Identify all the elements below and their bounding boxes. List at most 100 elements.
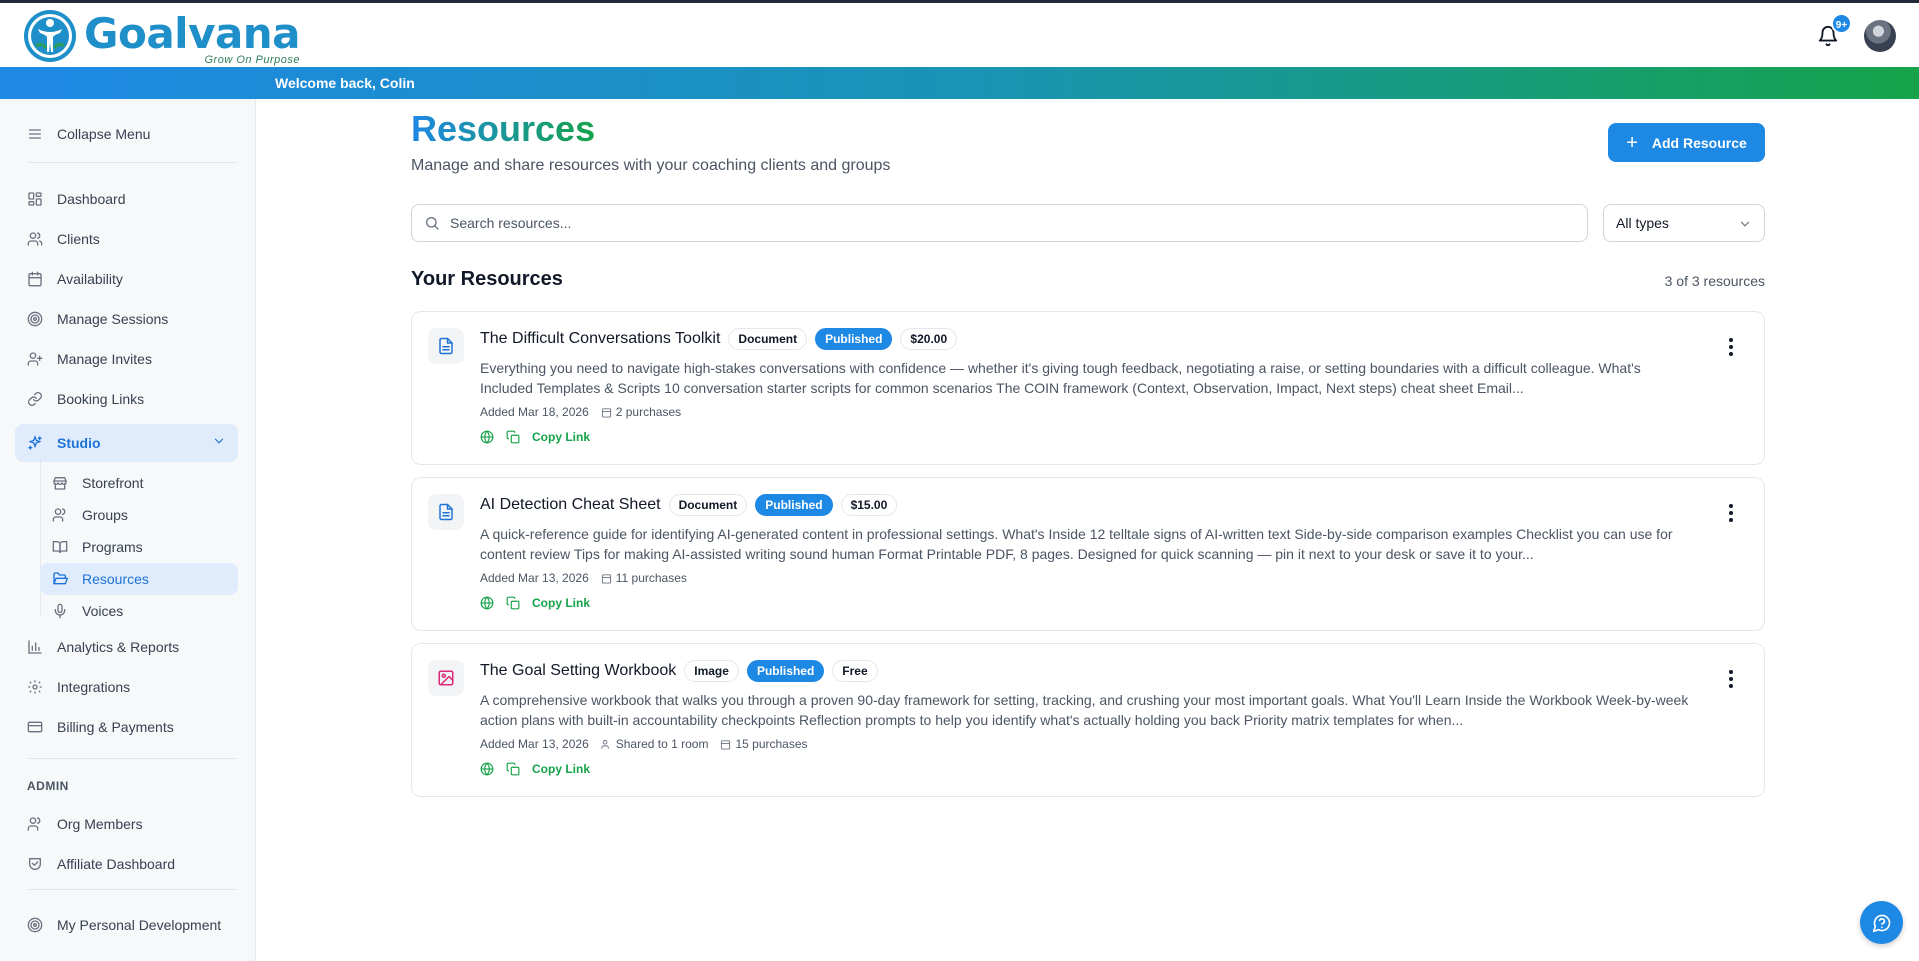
- users-icon: [601, 739, 609, 749]
- search-input[interactable]: [450, 215, 1550, 231]
- admin-section-label: ADMIN: [27, 779, 69, 793]
- user-icon: [27, 816, 43, 832]
- globe-icon[interactable]: [480, 430, 494, 444]
- sidebar-item-org-members[interactable]: Org Members: [15, 806, 238, 842]
- sidebar-item-manage-invites[interactable]: Manage Invites: [15, 341, 238, 377]
- sidebar-item-studio[interactable]: Studio: [15, 424, 238, 462]
- help-chat-button[interactable]: [1860, 901, 1903, 944]
- store-icon: [52, 475, 68, 491]
- added-date: Added Mar 13, 2026: [480, 571, 589, 585]
- status-badge: Published: [746, 660, 825, 682]
- sidebar-item-dashboard[interactable]: Dashboard: [15, 181, 238, 217]
- plus-icon: +: [1626, 131, 1638, 154]
- resource-card[interactable]: The Difficult Conversations Toolkit Docu…: [411, 311, 1765, 465]
- resource-title[interactable]: The Difficult Conversations Toolkit: [480, 330, 720, 348]
- sidebar-item-affiliate[interactable]: Affiliate Dashboard: [15, 846, 238, 882]
- document-icon: [439, 337, 453, 355]
- resource-type-icon: [428, 328, 464, 364]
- copy-icon[interactable]: [506, 430, 520, 444]
- sidebar-item-groups[interactable]: Groups: [40, 499, 238, 531]
- user-plus-icon: [27, 351, 43, 367]
- add-resource-label: Add Resource: [1651, 134, 1747, 151]
- document-icon: [439, 503, 453, 521]
- purchases-count: 2 purchases: [615, 405, 682, 419]
- sidebar-item-label: Manage Invites: [57, 351, 152, 367]
- type-filter-select[interactable]: All types: [1603, 204, 1765, 242]
- calendar-icon: [721, 739, 731, 750]
- purchases-count: 11 purchases: [615, 571, 687, 585]
- added-date: Added Mar 18, 2026: [480, 405, 589, 419]
- sidebar-item-resources[interactable]: Resources: [40, 563, 238, 595]
- resource-title[interactable]: The Goal Setting Workbook: [480, 662, 676, 680]
- top-bar: Goalvana Grow On Purpose 9+: [0, 3, 1919, 67]
- handshake-icon: [27, 856, 43, 872]
- credit-card-icon: [27, 719, 43, 735]
- more-options-icon[interactable]: [1728, 504, 1734, 522]
- logo-mark-icon: [24, 10, 76, 62]
- price-badge: $15.00: [840, 494, 898, 516]
- sidebar-divider: [27, 162, 238, 163]
- resource-description: A quick-reference guide for identifying …: [480, 526, 1673, 562]
- copy-link-button[interactable]: Copy Link: [532, 430, 590, 444]
- copy-link-button[interactable]: Copy Link: [532, 762, 590, 776]
- sidebar-item-label: Resources: [82, 571, 149, 587]
- welcome-text: Welcome back, Colin: [275, 75, 415, 91]
- sidebar-item-label: Affiliate Dashboard: [57, 856, 176, 872]
- price-badge: Free: [832, 660, 878, 682]
- copy-icon[interactable]: [506, 596, 520, 610]
- resource-description: A comprehensive workbook that walks you …: [480, 692, 1689, 728]
- status-badge: Published: [815, 328, 893, 350]
- section-title: Your Resources: [411, 268, 563, 290]
- more-options-icon[interactable]: [1728, 338, 1734, 356]
- sidebar-item-booking-links[interactable]: Booking Links: [15, 381, 238, 417]
- resource-type-icon: [428, 660, 464, 696]
- sidebar-item-integrations[interactable]: Integrations: [15, 669, 238, 705]
- bar-chart-icon: [27, 639, 43, 655]
- resource-type-icon: [428, 494, 464, 530]
- copy-link-button[interactable]: Copy Link: [532, 596, 590, 610]
- globe-icon[interactable]: [480, 596, 494, 610]
- resource-card[interactable]: AI Detection Cheat Sheet Document Publis…: [411, 477, 1765, 631]
- user-avatar[interactable]: [1864, 20, 1896, 52]
- sidebar-item-label: Booking Links: [57, 391, 145, 407]
- sidebar-item-label: Groups: [82, 507, 128, 523]
- add-resource-button[interactable]: + Add Resource: [1608, 123, 1765, 162]
- collapse-menu-button[interactable]: Collapse Menu: [15, 116, 238, 152]
- sidebar-item-billing[interactable]: Billing & Payments: [15, 709, 238, 745]
- dashboard-icon: [27, 191, 43, 207]
- price-badge: $20.00: [900, 328, 958, 350]
- folder-open-icon: [52, 571, 68, 587]
- logo[interactable]: Goalvana Grow On Purpose: [22, 8, 301, 66]
- sidebar-item-clients[interactable]: Clients: [15, 221, 238, 257]
- added-date: Added Mar 13, 2026: [480, 737, 589, 751]
- sidebar-item-analytics[interactable]: Analytics & Reports: [15, 629, 238, 665]
- sidebar-item-label: Billing & Payments: [57, 719, 174, 735]
- sidebar-item-availability[interactable]: Availability: [15, 261, 238, 297]
- main-content: Resources Manage and share resources wit…: [256, 99, 1919, 961]
- page-title: Resources: [411, 108, 596, 149]
- menu-icon: [27, 126, 43, 142]
- calendar-icon: [601, 573, 611, 584]
- resource-title[interactable]: AI Detection Cheat Sheet: [480, 496, 661, 514]
- sidebar-divider: [27, 889, 238, 890]
- type-filter-value: All types: [1616, 215, 1669, 231]
- resource-card[interactable]: The Goal Setting Workbook Image Publishe…: [411, 643, 1765, 797]
- more-options-icon[interactable]: [1728, 670, 1734, 688]
- sidebar-item-label: Programs: [82, 539, 143, 555]
- copy-icon[interactable]: [506, 762, 520, 776]
- sidebar-item-voices[interactable]: Voices: [40, 595, 238, 627]
- sidebar-item-manage-sessions[interactable]: Manage Sessions: [15, 301, 238, 337]
- sidebar-item-programs[interactable]: Programs: [40, 531, 238, 563]
- calendar-icon: [27, 271, 43, 287]
- logo-tagline: Grow On Purpose: [204, 54, 301, 66]
- globe-icon[interactable]: [480, 762, 494, 776]
- microphone-icon: [52, 603, 68, 619]
- purchases-count: 15 purchases: [735, 737, 808, 751]
- sidebar-item-personal-development[interactable]: My Personal Development: [15, 907, 238, 943]
- gear-icon: [27, 679, 43, 695]
- sidebar-item-storefront[interactable]: Storefront: [40, 467, 238, 499]
- sidebar-item-label: Integrations: [57, 679, 131, 695]
- sidebar-item-label: Dashboard: [57, 191, 126, 207]
- book-open-icon: [52, 539, 68, 555]
- chevron-down-icon: [1740, 221, 1750, 227]
